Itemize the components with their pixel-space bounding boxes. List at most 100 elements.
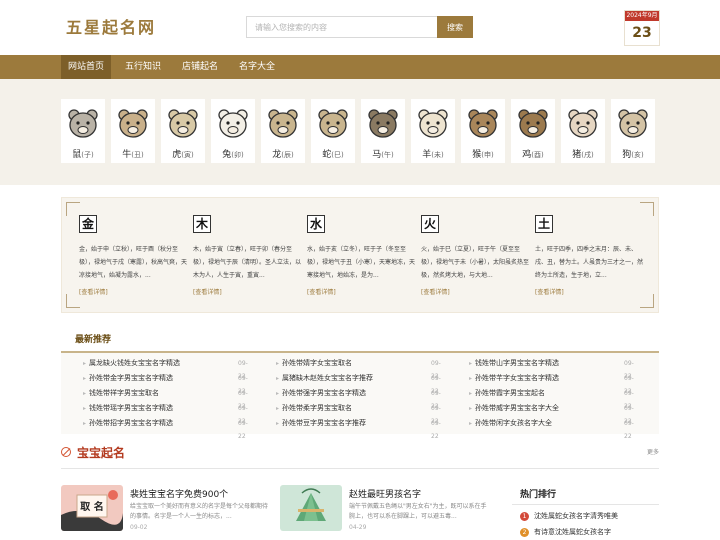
list-item-title[interactable]: 孙姓带招字男宝宝名字精选 — [83, 417, 233, 430]
list-item[interactable]: 孙姓带柔字男宝宝取名09-22 — [276, 402, 446, 425]
zodiac-card[interactable]: 虎(寅) — [161, 99, 205, 163]
zodiac-card[interactable]: 兔(卯) — [211, 99, 255, 163]
element-more-link[interactable]: [查看详情] — [535, 287, 564, 296]
zodiac-name: 兔 — [222, 150, 232, 160]
element-char[interactable]: 金 — [79, 215, 97, 233]
element-more-link[interactable]: [查看详情] — [79, 287, 108, 296]
hot-item-title[interactable]: 有诗意沈姓属蛇女孩名字 — [534, 528, 611, 536]
nav-item-shop-naming[interactable]: 店铺起名 — [175, 55, 225, 79]
zodiac-branch: (寅) — [181, 151, 194, 159]
list-item[interactable]: 孙姓带招字男宝宝名字精选 09-22 — [83, 417, 253, 440]
list-item[interactable]: 孙姓带芊字女宝宝名字精选09-22 — [469, 372, 639, 395]
zodiac-card[interactable]: 马(午) — [361, 99, 405, 163]
list-item[interactable]: 孙姓带豆字男宝宝名字推荐 09-22 — [276, 417, 446, 440]
zodiac-branch: (午) — [381, 151, 394, 159]
article-title[interactable]: 赵姓最旺男孩名字 — [349, 487, 421, 500]
list-item[interactable]: 孙姓带金字男宝宝名字精选09-22 — [83, 372, 253, 395]
list-item-title[interactable]: 孙姓带金字男宝宝名字精选 — [83, 372, 233, 385]
list-item-title[interactable]: 孙姓带柔字男宝宝取名 — [276, 402, 426, 415]
zodiac-name: 牛 — [122, 150, 132, 160]
list-item-title[interactable]: 钱姓带瑶字男宝宝名字精选 — [83, 402, 233, 415]
zongzi-illustration-icon — [280, 485, 342, 531]
zodiac-card[interactable]: 龙(辰) — [261, 99, 305, 163]
list-item-title[interactable]: 钱姓带山字男宝宝名字精选 — [469, 357, 619, 370]
list-item[interactable]: 孙姓带闲字女孩名字大全 09-22 — [469, 417, 639, 440]
nav-item-home[interactable]: 网站首页 — [61, 55, 111, 79]
list-item-title[interactable]: 孙姓带强字男宝宝名字精选 — [276, 387, 426, 400]
zodiac-name: 猴 — [472, 150, 482, 160]
element-more-link[interactable]: [查看详情] — [193, 287, 222, 296]
zodiac-card[interactable]: 牛(丑) — [111, 99, 155, 163]
element-block: 水水，始于亥（立冬），旺于子（冬至至极），禄地气于丑（小寒），天寒地冻，天寒接地… — [290, 215, 415, 305]
dog-icon — [618, 109, 648, 138]
zodiac-name: 羊 — [422, 150, 432, 160]
element-char[interactable]: 木 — [193, 215, 211, 233]
list-item[interactable]: 钱姓带山字男宝宝名字精选09-22 — [469, 357, 639, 380]
article-thumbnail[interactable]: 取 名 — [61, 485, 123, 531]
list-item-title[interactable]: 孙姓带豆字男宝宝名字推荐 — [276, 417, 426, 430]
list-item[interactable]: 钱姓带瑶字男宝宝名字精选09-22 — [83, 402, 253, 425]
element-block: 金金，始于申（立秋），旺于酉（秋分至极），禄地气于戌（寒露），秋高气爽，天凉接地… — [62, 215, 187, 305]
list-item[interactable]: 属猪缺木赵姓女宝宝名字推荐09-22 — [276, 372, 446, 395]
element-more-link[interactable]: [查看详情] — [307, 287, 336, 296]
article-title[interactable]: 裴姓宝宝名字免费900个 — [130, 487, 228, 500]
zodiac-card[interactable]: 猪(戌) — [561, 99, 605, 163]
element-char[interactable]: 水 — [307, 215, 325, 233]
zodiac-branch: (子) — [81, 151, 94, 159]
element-desc: 木，始于寅（立春），旺于卯（春分至极），禄地气于辰（清明）。圣人立法，以木为人，… — [193, 246, 301, 279]
list-item-title[interactable]: 属猪缺木赵姓女宝宝名字推荐 — [276, 372, 426, 385]
hot-ranking-item[interactable]: 2 有诗意沈姓属蛇女孩名字 — [520, 526, 611, 538]
nav-item-names[interactable]: 名字大全 — [232, 55, 282, 79]
calendar-day: 23 — [632, 25, 652, 41]
list-item[interactable]: 孙姓带婧字女宝宝取名09-22 — [276, 357, 446, 380]
zodiac-name: 鼠 — [72, 150, 82, 160]
zodiac-label: 猪(戌) — [561, 147, 605, 160]
element-more-link[interactable]: [查看详情] — [421, 287, 450, 296]
five-elements-panel: 金金，始于申（立秋），旺于酉（秋分至极），禄地气于戌（寒露），秋高气爽，天凉接地… — [61, 197, 659, 313]
element-char[interactable]: 火 — [421, 215, 439, 233]
zodiac-branch: (戌) — [581, 151, 594, 159]
list-item-title[interactable]: 钱姓带祥字男宝宝取名 — [83, 387, 233, 400]
zodiac-card[interactable]: 羊(未) — [411, 99, 455, 163]
horse-icon — [368, 109, 398, 138]
element-char[interactable]: 土 — [535, 215, 553, 233]
zodiac-card[interactable]: 猴(申) — [461, 99, 505, 163]
list-item-title[interactable]: 孙姓带威字男宝宝名字大全 — [469, 402, 619, 415]
article-card[interactable]: 取 名 裴姓宝宝名字免费900个 给宝宝取一个美好而有意义的名字是每个父母都期待… — [61, 485, 271, 540]
list-item-title[interactable]: 孙姓带婧字女宝宝取名 — [276, 357, 426, 370]
hot-item-title[interactable]: 沈姓属蛇女孩名字清秀唯美 — [534, 512, 618, 520]
list-item-title[interactable]: 孙姓带芊字女宝宝名字精选 — [469, 372, 619, 385]
zodiac-card[interactable]: 鸡(酉) — [511, 99, 555, 163]
zodiac-branch: (酉) — [531, 151, 544, 159]
zodiac-branch: (丑) — [131, 151, 144, 159]
element-block: 木木，始于寅（立春），旺于卯（春分至极），禄地气于辰（清明）。圣人立法，以木为人… — [176, 215, 301, 305]
baby-naming-title: 宝宝起名 — [77, 446, 126, 460]
nav-item-wuxing[interactable]: 五行知识 — [118, 55, 168, 79]
zodiac-label: 牛(丑) — [111, 147, 155, 160]
list-item[interactable]: 孙姓带霞字男宝宝起名09-22 — [469, 387, 639, 410]
thumbnail-label: 取 名 — [80, 500, 103, 513]
more-link[interactable]: 更多 — [647, 447, 659, 456]
zodiac-branch: (巳) — [331, 151, 344, 159]
goat-icon — [418, 109, 448, 138]
zodiac-card[interactable]: 鼠(子) — [61, 99, 105, 163]
site-logo[interactable]: 五星起名网 — [66, 14, 156, 38]
list-item-date: 09-22 — [624, 420, 634, 440]
list-item[interactable]: 钱姓带祥字男宝宝取名09-22 — [83, 387, 253, 410]
list-item-title[interactable]: 孙姓带霞字男宝宝起名 — [469, 387, 619, 400]
list-item[interactable]: 孙姓带威字男宝宝名字大全09-22 — [469, 402, 639, 425]
article-thumbnail[interactable] — [280, 485, 342, 531]
dragon-icon — [268, 109, 298, 138]
list-item[interactable]: 属龙缺火钱姓女宝宝名字精选09-22 — [83, 357, 253, 380]
list-item[interactable]: 孙姓带强字男宝宝名字精选09-22 — [276, 387, 446, 410]
search-input[interactable] — [246, 16, 438, 38]
hot-ranking-item[interactable]: 1 沈姓属蛇女孩名字清秀唯美 — [520, 510, 618, 522]
search-button[interactable]: 搜索 — [437, 16, 473, 38]
list-item-title[interactable]: 孙姓带闲字女孩名字大全 — [469, 417, 619, 430]
article-card[interactable]: 赵姓最旺男孩名字 端午节佩戴五色绳以"男左女右"为主，既可以系在手腕上，也可以系… — [280, 485, 490, 540]
list-item-title[interactable]: 属龙缺火钱姓女宝宝名字精选 — [83, 357, 233, 370]
zodiac-card[interactable]: 狗(亥) — [611, 99, 655, 163]
zodiac-card[interactable]: 蛇(巳) — [311, 99, 355, 163]
zodiac-name: 蛇 — [322, 150, 332, 160]
main-nav: 网站首页 五行知识 店铺起名 名字大全 — [0, 55, 720, 79]
